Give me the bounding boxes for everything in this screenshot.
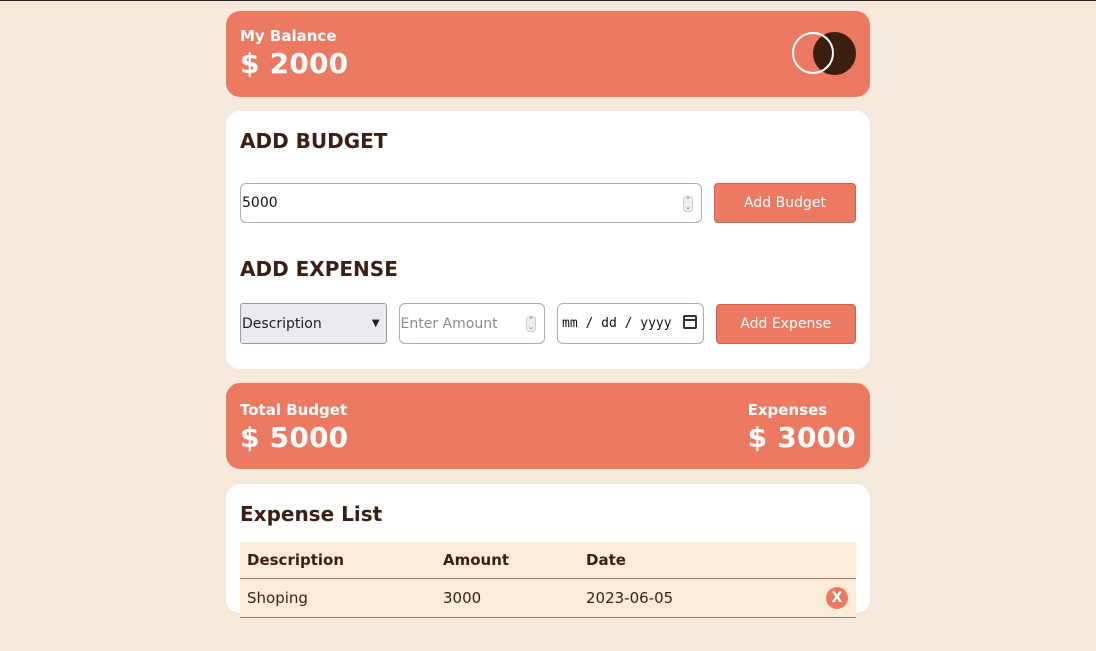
expenses-label: Expenses — [747, 401, 828, 419]
expenses-block: Expenses $ 3000 — [748, 399, 856, 454]
expense-row: Description ▼ Enter Amount ⌃ ⌄ mm / dd / … — [240, 303, 857, 344]
balance-amount: $ 2000 — [240, 47, 349, 80]
add-budget-title: ADD BUDGET — [240, 129, 388, 153]
date-input[interactable]: mm / dd / yyyy — [557, 303, 704, 344]
add-budget-button[interactable]: Add Budget — [714, 183, 856, 223]
chevron-down-icon: ▼ — [371, 318, 380, 329]
add-expense-button[interactable]: Add Expense — [715, 303, 857, 344]
column-header-amount: Amount — [443, 550, 510, 569]
mastercard-icon — [792, 32, 856, 75]
row-actions: X — [779, 578, 856, 617]
expense-list-title: Expense List — [240, 502, 383, 526]
mastercard-outline-circle — [792, 32, 834, 74]
row-amount: 3000 — [443, 588, 482, 607]
description-select[interactable]: Description ▼ — [240, 303, 387, 344]
date-placeholder: mm / dd / yyyy — [562, 316, 672, 331]
forms-card: ADD BUDGET 5000 ⌃ ⌄ Add Budget ADD EXPENS… — [226, 111, 870, 369]
column-header-description: Description — [247, 550, 345, 569]
expenses-amount: $ 3000 — [747, 421, 856, 454]
budget-input[interactable]: 5000 ⌃ ⌄ — [240, 183, 702, 223]
totals-card: Total Budget $ 5000 Expenses $ 3000 — [226, 383, 870, 469]
expense-list-card: Expense List Description Amount Date Sho… — [226, 484, 870, 617]
amount-input[interactable]: Enter Amount ⌃ ⌄ — [398, 303, 545, 344]
top-border — [0, 0, 1096, 1]
calendar-icon[interactable] — [682, 315, 697, 329]
total-budget-label: Total Budget — [240, 401, 348, 419]
table-header-row: Description Amount Date — [240, 542, 856, 578]
column-header-actions — [779, 542, 856, 578]
amount-spinner[interactable]: ⌃ ⌄ — [526, 316, 536, 332]
add-expense-title: ADD EXPENSE — [240, 257, 398, 281]
amount-placeholder: Enter Amount — [400, 315, 498, 332]
budget-input-value: 5000 — [242, 195, 278, 211]
app-container: My Balance $ 2000 ADD BUDGET 5000 ⌃ ⌄ Add… — [226, 11, 870, 617]
expense-table: Description Amount Date Shoping 3000 202… — [240, 542, 856, 618]
total-budget-block: Total Budget $ 5000 — [240, 399, 348, 454]
row-description: Shoping — [247, 588, 308, 607]
delete-button[interactable]: X — [826, 586, 848, 609]
description-select-value: Description — [242, 315, 322, 332]
budget-row: 5000 ⌃ ⌄ Add Budget — [240, 183, 856, 223]
table-row: Shoping 3000 2023-06-05 X — [240, 578, 856, 617]
column-header-date: Date — [586, 550, 626, 569]
row-date: 2023-06-05 — [586, 588, 674, 607]
balance-card: My Balance $ 2000 — [226, 11, 870, 97]
balance-label: My Balance — [240, 27, 337, 45]
budget-spinner[interactable]: ⌃ ⌄ — [683, 196, 693, 212]
total-budget-amount: $ 5000 — [240, 421, 349, 454]
